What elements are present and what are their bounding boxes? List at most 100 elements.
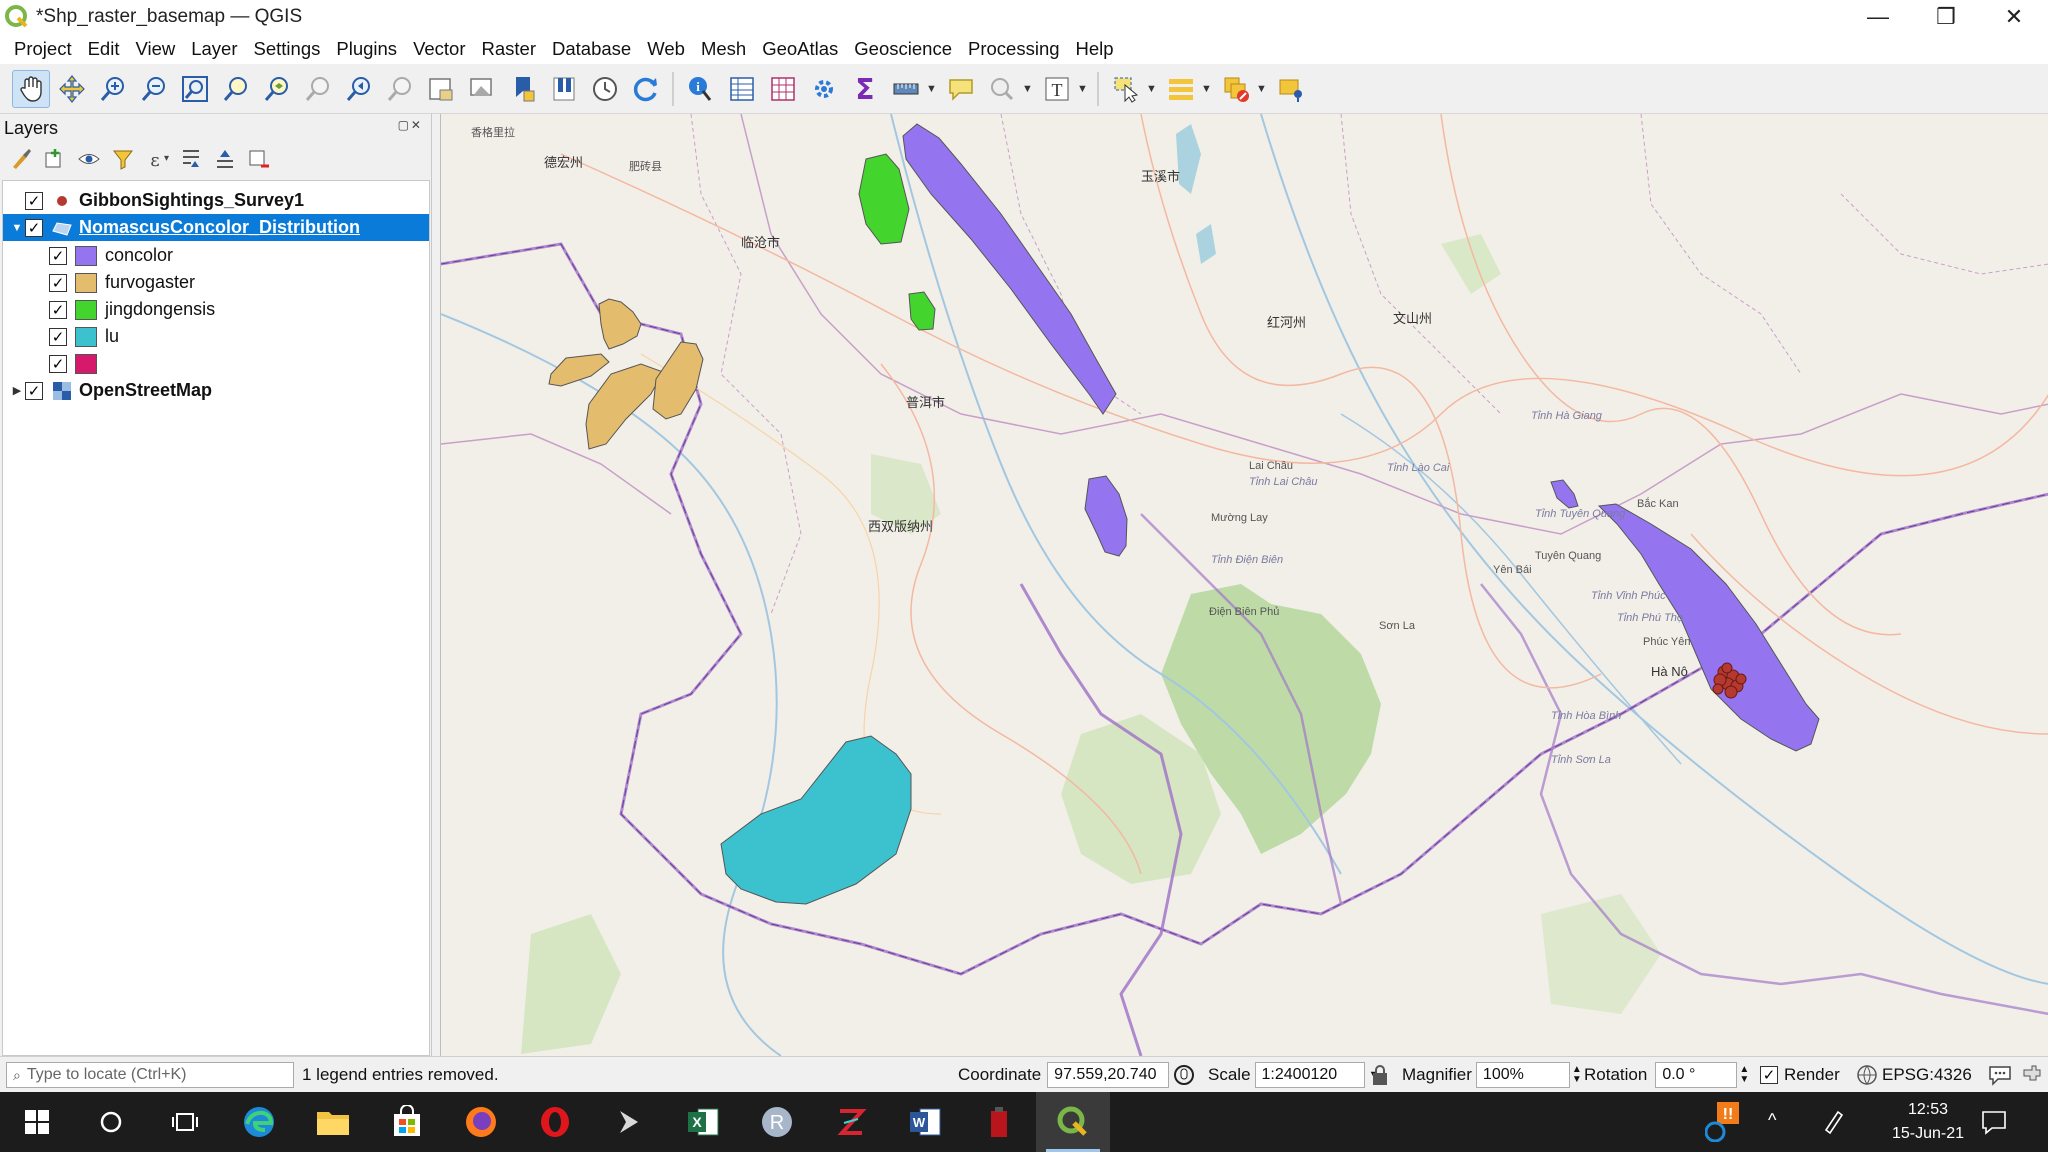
legend-item-jingdongensis[interactable]: ✓ jingdongensis <box>3 296 429 323</box>
menu-help[interactable]: Help <box>1068 38 1122 60</box>
layer-row-nomascus-distribution[interactable]: ▼ ✓ NomascusConcolor_Distribution <box>3 214 429 241</box>
rotation-spin-icon[interactable]: ▲ ▼ <box>1739 1065 1749 1085</box>
restore-button[interactable]: ❒ <box>1912 0 1980 34</box>
measure-dropdown-icon[interactable]: ▼ <box>926 83 937 95</box>
legend-item-concolor[interactable]: ✓ concolor <box>3 242 429 269</box>
menu-project[interactable]: Project <box>6 38 80 60</box>
magnifier-field[interactable]: 100% <box>1475 1062 1570 1088</box>
filter-expression-button[interactable]: ε ▾ <box>142 144 172 174</box>
menu-geoscience[interactable]: Geoscience <box>846 38 960 60</box>
layer-visibility-checkbox[interactable]: ✓ <box>25 218 43 237</box>
annotation-button[interactable] <box>983 70 1021 108</box>
taskbar-app-red[interactable] <box>962 1092 1036 1152</box>
select-features-button[interactable] <box>1107 70 1145 108</box>
pan-to-selection-button[interactable] <box>53 70 91 108</box>
open-styling-button[interactable] <box>6 144 36 174</box>
panel-float-close-buttons[interactable]: ▢✕ <box>398 118 423 132</box>
render-checkbox[interactable]: ✓ <box>1760 1066 1778 1084</box>
legend-item-furvogaster[interactable]: ✓ furvogaster <box>3 269 429 296</box>
manage-visibility-button[interactable] <box>74 144 104 174</box>
menu-mesh[interactable]: Mesh <box>693 38 754 60</box>
menu-view[interactable]: View <box>127 38 183 60</box>
deselect-features-button[interactable] <box>1217 70 1255 108</box>
taskbar-zotero[interactable] <box>814 1092 888 1152</box>
pan-tool-button[interactable] <box>11 69 50 108</box>
menu-edit[interactable]: Edit <box>80 38 128 60</box>
rotation-field[interactable]: 0.0 ° <box>1655 1062 1738 1088</box>
action-center-button[interactable] <box>1980 1108 2008 1141</box>
layer-row-openstreetmap[interactable]: ▶ ✓ OpenStreetMap <box>3 377 429 404</box>
menu-layer[interactable]: Layer <box>183 38 245 60</box>
tray-expand-icon[interactable]: ^ <box>1768 1110 1776 1131</box>
notification-app-icon[interactable]: !! <box>1704 1102 1741 1147</box>
deselect-dropdown-icon[interactable]: ▼ <box>1256 83 1267 95</box>
menu-database[interactable]: Database <box>544 38 639 60</box>
task-view-button[interactable] <box>148 1092 222 1152</box>
zoom-full-button[interactable] <box>176 70 214 108</box>
menu-raster[interactable]: Raster <box>474 38 545 60</box>
taskbar-firefox[interactable] <box>444 1092 518 1152</box>
measure-button[interactable] <box>887 70 925 108</box>
system-clock[interactable]: 12:53 15-Jun-21 <box>1892 1098 1964 1146</box>
menu-settings[interactable]: Settings <box>246 38 329 60</box>
start-button[interactable] <box>0 1092 74 1152</box>
layer-visibility-checkbox[interactable]: ✓ <box>25 381 43 400</box>
expand-chevron-icon[interactable]: ▶ <box>9 384 25 397</box>
select-by-expression-button[interactable] <box>1162 70 1200 108</box>
statistics-button[interactable]: Σ <box>846 70 884 108</box>
layer-row-gibbon-sightings[interactable]: ✓ GibbonSightings_Survey1 <box>3 187 429 214</box>
new-bookmark-button[interactable] <box>504 70 542 108</box>
select-expression-dropdown-icon[interactable]: ▼ <box>1201 83 1212 95</box>
taskbar-qgis[interactable] <box>1036 1092 1110 1152</box>
taskbar-store[interactable] <box>370 1092 444 1152</box>
menu-processing[interactable]: Processing <box>960 38 1068 60</box>
taskbar-edge[interactable] <box>222 1092 296 1152</box>
messages-button[interactable] <box>1988 1062 2012 1088</box>
remove-layer-button[interactable] <box>244 144 274 174</box>
menu-vector[interactable]: Vector <box>405 38 473 60</box>
filter-legend-button[interactable] <box>108 144 138 174</box>
identify-features-button[interactable]: i <box>682 70 720 108</box>
toggle-extents-button[interactable] <box>1172 1062 1196 1088</box>
category-checkbox[interactable]: ✓ <box>49 300 67 319</box>
field-calculator-button[interactable] <box>764 70 802 108</box>
taskbar-app-arrow[interactable] <box>592 1092 666 1152</box>
menu-geoatlas[interactable]: GeoAtlas <box>754 38 846 60</box>
add-group-button[interactable] <box>40 144 70 174</box>
plugin-update-button[interactable] <box>2020 1062 2042 1088</box>
attribute-table-button[interactable] <box>723 70 761 108</box>
search-button[interactable] <box>74 1092 148 1152</box>
scale-field[interactable]: 1:2400120 <box>1254 1062 1365 1088</box>
menu-web[interactable]: Web <box>639 38 693 60</box>
legend-item-unlabeled[interactable]: ✓ <box>3 350 429 377</box>
category-checkbox[interactable]: ✓ <box>49 354 67 373</box>
map-tips-button[interactable] <box>942 70 980 108</box>
category-checkbox[interactable]: ✓ <box>49 327 67 346</box>
select-location-button[interactable] <box>1272 70 1310 108</box>
refresh-button[interactable] <box>627 70 665 108</box>
temporal-controller-button[interactable] <box>586 70 624 108</box>
text-annotation-button[interactable]: T <box>1038 70 1076 108</box>
zoom-layer-button[interactable] <box>258 70 296 108</box>
taskbar-word[interactable]: W <box>888 1092 962 1152</box>
show-bookmarks-button[interactable] <box>545 70 583 108</box>
menu-plugins[interactable]: Plugins <box>328 38 405 60</box>
zoom-out-button[interactable] <box>135 70 173 108</box>
close-button[interactable]: ✕ <box>1980 0 2048 34</box>
processing-toolbox-button[interactable] <box>805 70 843 108</box>
magnifier-spin-icon[interactable]: ▲ ▼ <box>1572 1065 1582 1085</box>
expand-all-button[interactable] <box>176 144 206 174</box>
collapse-all-button[interactable] <box>210 144 240 174</box>
category-checkbox[interactable]: ✓ <box>49 273 67 292</box>
lock-scale-button[interactable] <box>1370 1062 1390 1088</box>
minimize-button[interactable]: — <box>1844 0 1912 34</box>
map-canvas[interactable]: 德宏州 临沧市 普洱市 西双版纳州 玉溪市 红河州 文山州 Lai Châu M… <box>440 114 2048 1056</box>
legend-item-lu[interactable]: ✓ lu <box>3 323 429 350</box>
collapse-chevron-icon[interactable]: ▼ <box>9 222 25 234</box>
zoom-selection-button[interactable] <box>217 70 255 108</box>
zoom-native-button[interactable] <box>299 70 337 108</box>
layer-visibility-checkbox[interactable]: ✓ <box>25 191 43 210</box>
category-checkbox[interactable]: ✓ <box>49 246 67 265</box>
new-3d-view-button[interactable] <box>463 70 501 108</box>
text-dropdown-icon[interactable]: ▼ <box>1077 83 1088 95</box>
